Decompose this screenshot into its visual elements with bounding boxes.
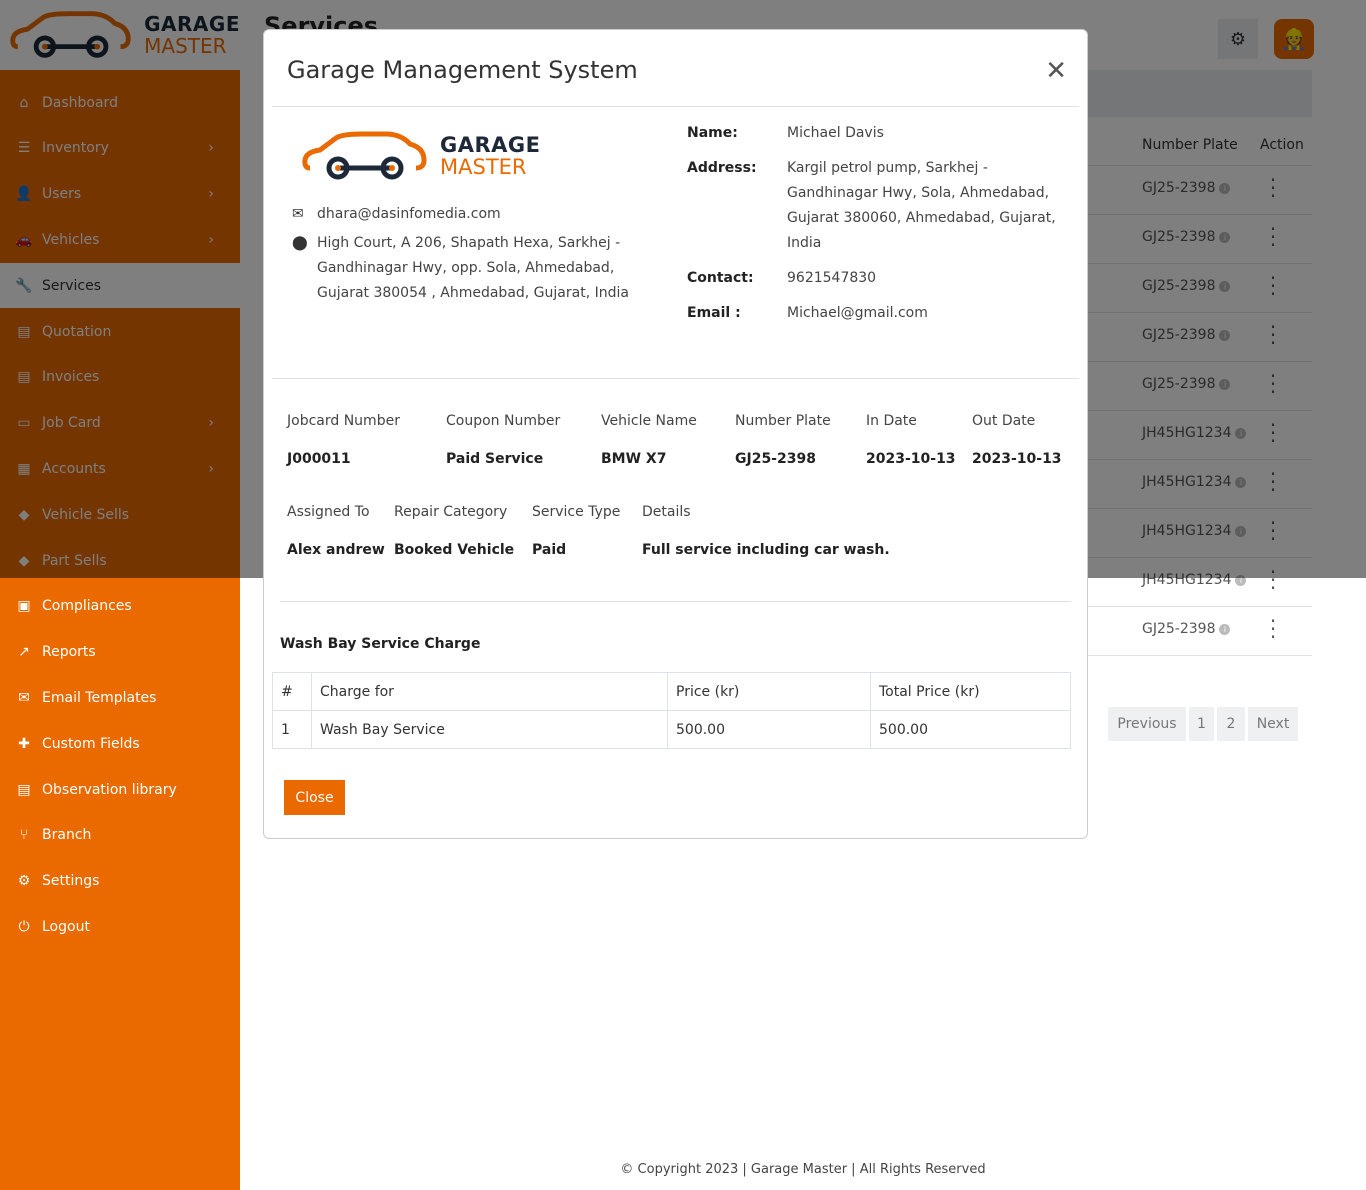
job-label: In Date xyxy=(866,413,917,429)
service-detail-modal: Garage Management System ✕ GARAGE MASTER … xyxy=(263,29,1088,839)
charges-table: # Charge for Price (kr) Total Price (kr) 1W… xyxy=(272,672,1071,749)
document-icon: ▤ xyxy=(17,781,31,798)
pagination-previous[interactable]: Previous xyxy=(1108,707,1186,741)
sidebar-item-reports[interactable]: ↗ Reports xyxy=(0,630,240,675)
job-label: Jobcard Number xyxy=(287,413,400,429)
company-email-text: dhara@dasinfomedia.com xyxy=(317,206,501,222)
job-label: Out Date xyxy=(972,413,1036,429)
th-price: Price (kr) xyxy=(667,672,871,711)
close-icon[interactable]: ✕ xyxy=(1045,58,1067,84)
address-label: Address: xyxy=(687,160,757,176)
footer-copyright: © Copyright 2023 | Garage Master | All R… xyxy=(620,1162,986,1177)
address-value: Kargil petrol pump, Sarkhej - Gandhinaga… xyxy=(787,160,1056,251)
cell-total: 500.00 xyxy=(870,710,1071,749)
pagination-page-2[interactable]: 2 xyxy=(1217,707,1245,741)
envelope-icon: ✉ xyxy=(292,206,304,222)
job-label: Number Plate xyxy=(735,413,831,429)
job-value: Full service including car wash. xyxy=(642,542,890,558)
pagination-next[interactable]: Next xyxy=(1248,707,1298,741)
email-label: Email : xyxy=(687,305,741,321)
job-value: BMW X7 xyxy=(601,451,667,467)
company-address: ⬤ High Court, A 206, Shapath Hexa, Sarkhe… xyxy=(292,231,642,306)
table-row: 1 Wash Bay Service 500.00 500.00 xyxy=(272,710,1071,749)
job-value: 2023-10-13 xyxy=(972,451,1062,467)
plate-text: GJ25-2398 xyxy=(1142,621,1216,637)
sidebar-item-label: Settings xyxy=(42,873,100,890)
sidebar-item-label: Logout xyxy=(42,918,90,935)
job-label: Assigned To xyxy=(287,504,370,520)
sidebar-item-label: Reports xyxy=(42,644,96,661)
job-label: Repair Category xyxy=(394,504,508,520)
puzzle-icon: ✚ xyxy=(18,735,30,752)
sidebar-item-observation-library[interactable]: ▤ Observation library xyxy=(0,767,240,812)
sidebar-item-label: Branch xyxy=(42,827,92,844)
email-value: Michael@gmail.com xyxy=(787,305,928,321)
sidebar-item-custom-fields[interactable]: ✚ Custom Fields xyxy=(0,721,240,766)
sidebar-item-logout[interactable]: ⏻ Logout xyxy=(0,904,240,949)
job-value: Paid xyxy=(532,542,567,558)
company-logo: GARAGE MASTER xyxy=(302,130,541,182)
job-label: Service Type xyxy=(532,504,621,520)
sidebar-item-email-templates[interactable]: ✉ Email Templates xyxy=(0,675,240,720)
brand-line2: MASTER xyxy=(440,155,527,179)
email-template-icon: ✉ xyxy=(18,689,30,706)
sidebar-item-label: Custom Fields xyxy=(42,735,140,752)
job-value: 2023-10-13 xyxy=(866,451,956,467)
car-wrench-logo-icon xyxy=(302,131,427,180)
job-label: Details xyxy=(642,504,691,520)
power-icon: ⏻ xyxy=(18,918,30,935)
job-value: Booked Vehicle xyxy=(394,542,515,558)
cell-price: 500.00 xyxy=(667,710,871,749)
th-charge-for: Charge for xyxy=(311,672,668,711)
cell-charge-for: Wash Bay Service xyxy=(311,710,668,749)
brand-line1: GARAGE xyxy=(440,133,541,157)
name-value: Michael Davis xyxy=(787,125,884,141)
gear-icon: ⚙ xyxy=(17,873,31,890)
job-label: Vehicle Name xyxy=(601,413,697,429)
sidebar-item-label: Compliances xyxy=(42,598,132,615)
table-row: GJ25-2398i ··· xyxy=(1088,607,1312,656)
branch-icon: ⑂ xyxy=(19,827,29,844)
close-button[interactable]: Close xyxy=(284,780,345,815)
clipboard-icon: ▣ xyxy=(17,598,31,615)
job-value: J000011 xyxy=(287,451,351,467)
contact-label: Contact: xyxy=(687,270,754,286)
sidebar-item-label: Email Templates xyxy=(42,689,157,706)
th-total: Total Price (kr) xyxy=(870,672,1071,711)
info-icon[interactable]: i xyxy=(1219,624,1231,635)
map-pin-icon: ⬤ xyxy=(292,235,308,251)
more-actions-icon[interactable]: ··· xyxy=(1268,611,1278,647)
name-label: Name: xyxy=(687,125,738,141)
charges-title: Wash Bay Service Charge xyxy=(280,636,481,652)
job-value: Alex andrew xyxy=(287,542,385,558)
cell-index: 1 xyxy=(272,710,312,749)
contact-value: 9621547830 xyxy=(787,270,877,286)
sidebar-item-branch[interactable]: ⑂ Branch xyxy=(0,813,240,858)
chart-icon: ↗ xyxy=(18,644,30,661)
job-value: Paid Service xyxy=(446,451,544,467)
number-plate: GJ25-2398i xyxy=(1142,621,1231,637)
company-address-text: High Court, A 206, Shapath Hexa, Sarkhej… xyxy=(317,235,629,301)
sidebar-item-compliances[interactable]: ▣ Compliances xyxy=(0,584,240,629)
job-value: GJ25-2398 xyxy=(735,451,816,467)
job-label: Coupon Number xyxy=(446,413,561,429)
sidebar-item-label: Observation library xyxy=(42,781,177,798)
modal-title: Garage Management System xyxy=(287,56,638,84)
th-index: # xyxy=(272,672,312,711)
sidebar-item-settings[interactable]: ⚙ Settings xyxy=(0,859,240,904)
company-email: ✉ dhara@dasinfomedia.com xyxy=(292,202,632,227)
pagination-page-1[interactable]: 1 xyxy=(1189,707,1214,741)
